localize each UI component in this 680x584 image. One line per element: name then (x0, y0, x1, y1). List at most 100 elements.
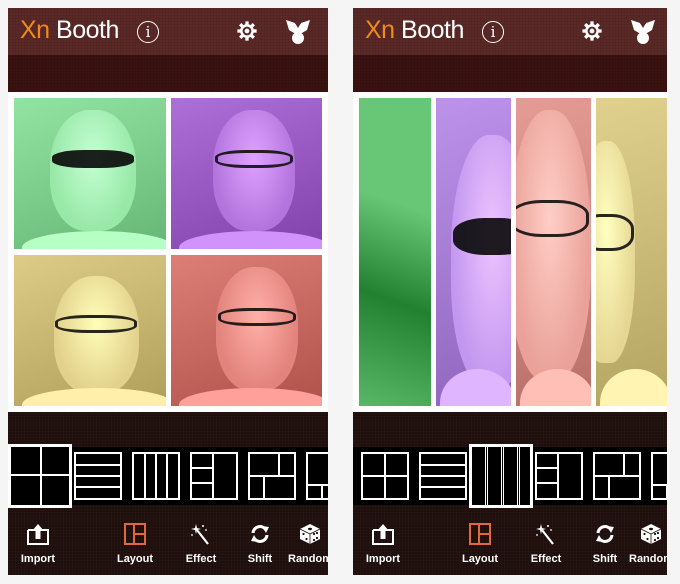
face (451, 134, 511, 388)
info-icon[interactable]: i (482, 21, 504, 43)
sunglasses (52, 149, 134, 169)
share-icon[interactable] (283, 16, 313, 46)
layout-divider (419, 486, 467, 488)
layout-option-grid-2x2[interactable] (361, 452, 409, 500)
app-header: Xn Booth i (8, 8, 328, 55)
layout-divider (623, 452, 625, 476)
layout-option-stack-left[interactable] (535, 452, 583, 500)
layout-cell (40, 444, 72, 476)
toolbar-random[interactable]: Random (621, 515, 667, 571)
shift-arrows-icon (596, 525, 614, 543)
glasses (217, 307, 297, 327)
layout-strip[interactable] (353, 444, 667, 508)
layout-divider (321, 484, 323, 500)
face (216, 267, 298, 391)
layout-divider (419, 475, 467, 477)
collage-photo-4[interactable] (596, 98, 667, 406)
face (50, 110, 136, 231)
layout-option-grid-2x2[interactable] (8, 444, 72, 508)
layout-divider (419, 464, 467, 466)
layout-divider (212, 452, 214, 500)
toolbar-effect[interactable]: Effect (516, 515, 576, 571)
collage-photo-3[interactable] (516, 98, 591, 406)
screen-left: Xn Booth i Import Layout Effect Shift Ra… (8, 8, 328, 575)
collage-photo-3[interactable] (14, 255, 166, 406)
dice-icon (640, 524, 662, 544)
layout-cell (8, 444, 42, 476)
layout-divider (535, 482, 559, 484)
info-icon[interactable]: i (137, 21, 159, 43)
layout-divider (501, 444, 504, 508)
glasses (516, 199, 590, 237)
layout-option-grid-mixed[interactable] (306, 452, 328, 500)
collage-photo-2[interactable] (436, 98, 511, 406)
app-logo: Xn Booth (20, 16, 119, 44)
layout-option-rows[interactable] (419, 452, 467, 500)
glasses (214, 149, 294, 169)
collage-photo-1[interactable] (359, 98, 431, 406)
layout-option-mixed[interactable] (248, 452, 296, 500)
collage-photo-2[interactable] (171, 98, 322, 249)
collage-photo-4[interactable] (171, 255, 322, 406)
layout-divider (666, 484, 667, 500)
toolbar-import[interactable]: Import (353, 515, 413, 571)
layout-divider (535, 467, 559, 469)
layout-icon (469, 523, 491, 545)
layout-divider (190, 467, 214, 469)
layout-divider (557, 452, 559, 500)
layout-option-columns[interactable] (132, 452, 180, 500)
shoulders (599, 369, 667, 406)
layout-divider (144, 452, 146, 500)
sunglasses (452, 218, 511, 256)
gear-icon[interactable] (581, 20, 603, 42)
layout-option-mixed[interactable] (593, 452, 641, 500)
app-logo: Xn Booth (365, 16, 464, 44)
share-icon[interactable] (628, 16, 658, 46)
toolbar-random[interactable]: Random (280, 515, 328, 571)
layout-divider (166, 452, 168, 500)
collage-canvas[interactable] (353, 92, 667, 412)
shoulders (21, 230, 166, 249)
toolbar-effect[interactable]: Effect (171, 515, 231, 571)
shift-arrows-icon (251, 525, 269, 543)
layout-divider (593, 475, 641, 477)
glasses (55, 315, 137, 334)
layout-option-grid-mixed[interactable] (651, 452, 667, 500)
layout-divider (485, 444, 488, 508)
import-icon (27, 524, 49, 545)
shoulders (178, 230, 322, 249)
layout-divider (608, 475, 610, 500)
layout-icon (124, 523, 146, 545)
collage-photo-1[interactable] (14, 98, 166, 249)
magic-wand-icon (191, 524, 209, 545)
layout-divider (74, 486, 122, 488)
app-header: Xn Booth i (353, 8, 667, 55)
face (213, 110, 295, 231)
layout-divider (248, 475, 296, 477)
face (53, 276, 139, 394)
gear-icon[interactable] (236, 20, 258, 42)
layout-divider (190, 482, 214, 484)
layout-divider (74, 464, 122, 466)
shoulders (21, 387, 166, 406)
toolbar-layout[interactable]: Layout (105, 515, 165, 571)
toolbar-layout[interactable]: Layout (450, 515, 510, 571)
layout-option-columns[interactable] (469, 444, 533, 508)
layout-option-stack-left[interactable] (190, 452, 238, 500)
layout-cell (8, 474, 42, 508)
header-band (8, 55, 328, 92)
screen-right: Xn Booth i Import Layout Effect Shift Ra… (353, 8, 667, 575)
layout-divider (155, 452, 157, 500)
collage-canvas[interactable] (8, 92, 328, 412)
layout-divider (263, 475, 265, 500)
dice-icon (299, 524, 321, 544)
layout-divider (278, 452, 280, 476)
glasses (596, 214, 634, 252)
layout-strip[interactable] (8, 444, 328, 508)
toolbar-import[interactable]: Import (8, 515, 68, 571)
header-band (353, 55, 667, 92)
layout-cell (40, 474, 72, 508)
magic-wand-icon (536, 524, 554, 545)
layout-option-rows[interactable] (74, 452, 122, 500)
layout-divider (517, 444, 520, 508)
